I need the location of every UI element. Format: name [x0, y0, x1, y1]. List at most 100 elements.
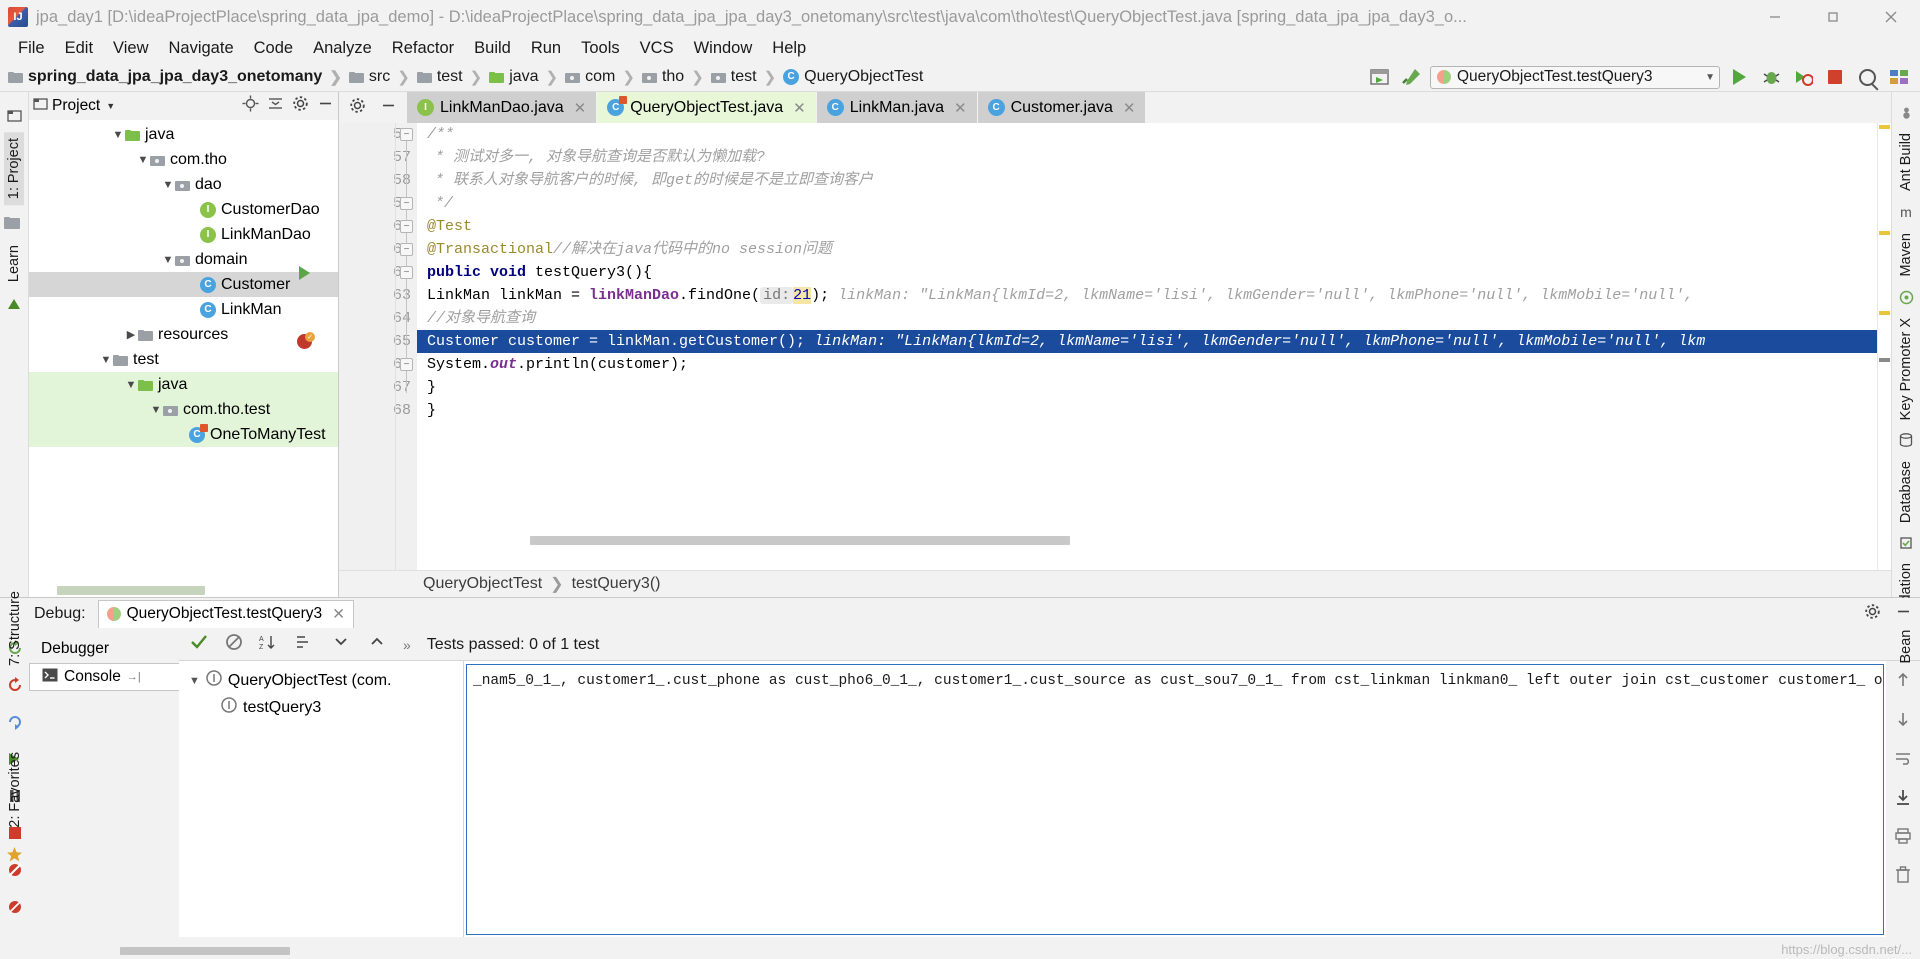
layout-icon[interactable] [1886, 65, 1912, 89]
bean-validation-icon[interactable] [1896, 536, 1916, 550]
stripe-mark[interactable] [1879, 231, 1890, 235]
stripe-mark[interactable] [1879, 311, 1890, 315]
tree-node-test[interactable]: ▼ test [29, 347, 338, 372]
fold-column[interactable]: − − − − − − [395, 123, 417, 570]
chevron-down-icon[interactable]: ▼ [106, 101, 115, 111]
editor-tab-linkman[interactable]: C LinkMan.java ✕ [816, 92, 978, 123]
menu-code[interactable]: Code [244, 37, 303, 60]
tree-node-com-tho-test[interactable]: ▼ com.tho.test [29, 397, 338, 422]
code-line-57[interactable]: * 测试对多一, 对象导航查询是否默认为懒加载? [417, 146, 1891, 169]
hide-icon[interactable] [380, 97, 397, 119]
code-editor[interactable]: 56 57 58 59 60 61 62 63 64 ✓ 65 [297, 123, 1891, 570]
code-line-65-current[interactable]: Customer customer = linkMan.getCustomer(… [417, 330, 1891, 353]
code-line-61[interactable]: @Transactional//解决在java代码中的no session问题 [417, 238, 1891, 261]
tree-node-dao[interactable]: ▼ dao [29, 172, 338, 197]
android-tool-icon[interactable] [4, 295, 24, 315]
breadcrumb-item-module[interactable]: spring_data_jpa_jpa_day3_onetomany ❯ [8, 68, 349, 86]
chevron-down-icon[interactable]: ▼ [161, 254, 175, 266]
close-icon[interactable]: ✕ [332, 605, 345, 624]
test-tree-node-method[interactable]: testQuery3 [179, 694, 463, 721]
code-line-63[interactable]: LinkMan linkMan = linkManDao.findOne(id:… [417, 284, 1891, 307]
fold-handle[interactable]: − [400, 220, 413, 233]
chevron-right-icon[interactable]: ▶ [124, 328, 138, 341]
menu-analyze[interactable]: Analyze [303, 37, 382, 60]
sidebar-item-key-promoter[interactable]: Key Promoter X [1896, 312, 1916, 426]
editor-hscrollbar[interactable] [530, 536, 1070, 545]
editor-error-stripe[interactable] [1877, 123, 1891, 570]
stop-icon[interactable] [1822, 65, 1848, 89]
chevron-down-icon[interactable]: ▼ [136, 154, 150, 166]
test-results-tree[interactable]: ▼ QueryObjectTest (com. testQuery3 [179, 661, 464, 937]
sidebar-item-learn[interactable]: Learn [4, 239, 24, 288]
code-line-58[interactable]: * 联系人对象导航客户的时候, 即get的时候是不是立即查询客户 [417, 169, 1891, 192]
code-line-56[interactable]: /** [417, 123, 1891, 146]
sidebar-item-ant-build[interactable]: Ant Build [1896, 127, 1916, 197]
menu-file[interactable]: File [8, 37, 55, 60]
scroll-down-icon[interactable] [1894, 710, 1912, 733]
fold-handle[interactable]: − [400, 128, 413, 141]
close-icon[interactable]: ✕ [1123, 99, 1136, 117]
tree-node-linkman[interactable]: C LinkMan [29, 297, 338, 322]
code-text[interactable]: /** * 测试对多一, 对象导航查询是否默认为懒加载? * 联系人对象导航客户… [417, 123, 1891, 570]
print-icon[interactable] [1894, 827, 1912, 850]
build-icon[interactable] [1398, 65, 1424, 89]
soft-wrap-icon[interactable] [1894, 749, 1912, 772]
chevron-down-icon[interactable]: ▼ [189, 675, 200, 687]
settings-icon[interactable] [292, 95, 309, 117]
tab-console[interactable]: Console →| [29, 663, 179, 691]
tab-debugger[interactable]: Debugger [29, 635, 179, 663]
favorites-star-icon[interactable] [6, 846, 23, 868]
menu-build[interactable]: Build [464, 37, 521, 60]
search-everywhere-icon[interactable] [1854, 65, 1880, 89]
collapse-icon[interactable] [331, 633, 351, 656]
run-icon[interactable] [1726, 65, 1752, 89]
minimize-icon[interactable] [1746, 0, 1804, 34]
close-icon[interactable]: ✕ [954, 99, 967, 117]
tree-node-resources[interactable]: ▶ resources [29, 322, 338, 347]
breadcrumb-item-src[interactable]: src ❯ [348, 68, 417, 86]
code-line-66[interactable]: System.out.println(customer); [417, 353, 1891, 376]
close-icon[interactable]: ✕ [793, 99, 806, 117]
sidebar-item-database[interactable]: Database [1896, 455, 1916, 529]
chevron-right-icon[interactable]: » [403, 637, 411, 653]
breadcrumb-item-com[interactable]: com ❯ [565, 68, 642, 86]
console-output-area[interactable]: _nam5_0_1_, customer1_.cust_phone as cus… [466, 664, 1884, 935]
sidebar-item-structure[interactable]: 7: Structure [5, 585, 25, 672]
editor-breadcrumb-method[interactable]: testQuery3() [572, 575, 661, 593]
breakpoint-icon[interactable]: ✓ [297, 332, 315, 349]
fold-handle[interactable]: − [400, 197, 413, 210]
menu-vcs[interactable]: VCS [630, 37, 684, 60]
stripe-mark[interactable] [1879, 358, 1890, 362]
maximize-icon[interactable] [1804, 0, 1862, 34]
sidebar-item-favorites[interactable]: 2: Favorites [5, 746, 25, 834]
tree-node-domain[interactable]: ▼ domain [29, 247, 338, 272]
fold-handle[interactable]: − [400, 243, 413, 256]
menu-window[interactable]: Window [684, 37, 763, 60]
project-tool-icon[interactable] [4, 105, 24, 125]
project-tree-hscrollbar[interactable] [57, 586, 205, 595]
make-project-icon[interactable] [1366, 65, 1392, 89]
database-icon[interactable] [1896, 433, 1916, 448]
hide-icon[interactable] [1895, 603, 1912, 625]
ant-build-icon[interactable] [1896, 105, 1916, 120]
collapse-all-icon[interactable] [267, 95, 284, 117]
tree-node-customerdao[interactable]: I CustomerDao [29, 197, 338, 222]
chevron-down-icon[interactable]: ▼ [99, 354, 113, 366]
breadcrumb-item-class[interactable]: C QueryObjectTest [783, 68, 923, 86]
menu-view[interactable]: View [103, 37, 158, 60]
sort-alphabetically-icon[interactable]: AZ [259, 633, 279, 656]
close-icon[interactable] [1862, 0, 1920, 34]
code-line-60[interactable]: @Test [417, 215, 1891, 238]
clear-all-icon[interactable] [1894, 866, 1912, 889]
chevron-down-icon[interactable]: ▼ [149, 404, 163, 416]
chevron-down-icon[interactable]: ▼ [111, 129, 125, 141]
sort-by-duration-icon[interactable] [295, 633, 315, 656]
menu-edit[interactable]: Edit [55, 37, 103, 60]
show-passed-icon[interactable] [189, 633, 209, 656]
view-breakpoints-icon[interactable] [6, 898, 24, 921]
code-line-68[interactable]: } [417, 399, 1891, 422]
key-promoter-icon[interactable] [1896, 290, 1916, 305]
folder-tool-icon[interactable] [3, 212, 24, 232]
tree-node-com-tho[interactable]: ▼ com.tho [29, 147, 338, 172]
run-with-coverage-icon[interactable] [1790, 65, 1816, 89]
